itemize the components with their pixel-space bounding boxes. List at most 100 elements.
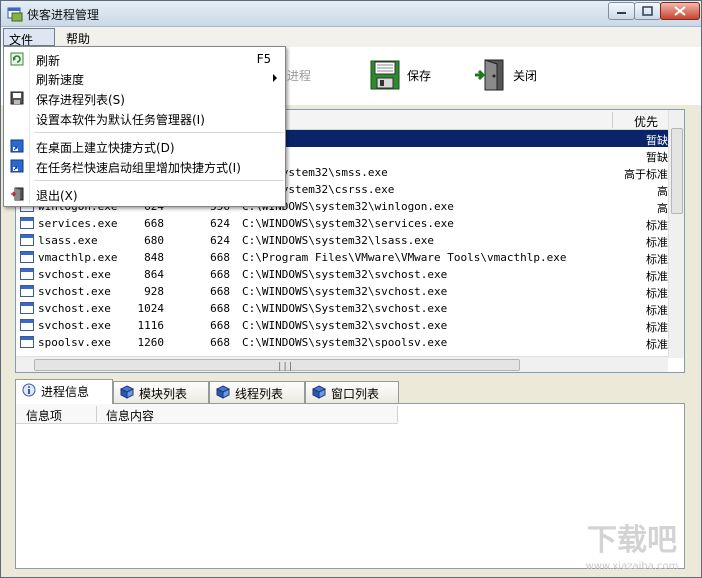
tab-label: 线程列表 (235, 387, 284, 401)
menu-item-set-default[interactable]: 设置本软件为默认任务管理器(I) (4, 108, 285, 128)
process-parent-pid: 624 (210, 217, 230, 230)
floppy-disk-icon (370, 60, 400, 90)
maximize-button[interactable] (634, 2, 661, 20)
process-priority: 高 (657, 185, 668, 198)
table-row[interactable]: lsass.exe 680 624 C:\WINDOWS\system32\lsass… (16, 232, 668, 249)
file-menu-dropdown: 刷新 F5 刷新速度 保存进程列表(S) 设置本软件为默认任务管理器(I) 在桌… (3, 46, 286, 207)
maximize-icon (642, 6, 653, 16)
process-path: C:\WINDOWS\system32\svchost.exe (242, 319, 448, 332)
process-pid: 864 (144, 268, 164, 281)
horizontal-scrollbar[interactable]: ||| (16, 356, 668, 372)
menu-help[interactable]: 帮助(H) (61, 28, 113, 61)
process-priority: 标准 (646, 253, 668, 266)
window-title: 侠客进程管理 (27, 8, 100, 22)
process-parent-pid: 668 (210, 336, 230, 349)
menu-item-exit[interactable]: 退出(X) (4, 184, 285, 204)
refresh-icon (10, 52, 24, 66)
close-window-button[interactable] (660, 2, 700, 20)
column-divider (397, 406, 398, 422)
table-row[interactable]: svchost.exe 864 668 C:\WINDOWS\system32\svc… (16, 266, 668, 283)
vertical-scrollbar[interactable] (668, 110, 684, 358)
tab-process-info[interactable]: 进程信息 (15, 379, 113, 404)
process-pid: 680 (144, 234, 164, 247)
svg-text:下载吧: 下载吧 (587, 523, 677, 558)
process-path: C:\WINDOWS\system32\services.exe (242, 217, 454, 230)
submenu-arrow-icon (273, 74, 277, 82)
process-pid: 848 (144, 251, 164, 264)
column-divider (612, 112, 613, 128)
menu-item-refresh-speed[interactable]: 刷新速度 (4, 68, 285, 88)
process-window-icon (20, 234, 34, 246)
process-parent-pid: 668 (210, 285, 230, 298)
tab-label: 模块列表 (139, 387, 188, 401)
process-window-icon (20, 302, 34, 314)
menu-item-label: 设置本软件为默认任务管理器(I) (36, 113, 205, 127)
detail-tabs: 进程信息 模块列表 线程列表 窗口列表 (15, 379, 685, 404)
process-priority: 标准 (646, 236, 668, 249)
process-priority: 标准 (646, 338, 668, 351)
tab-label: 进程信息 (41, 385, 90, 399)
menu-item-save-list[interactable]: 保存进程列表(S) (4, 88, 285, 108)
menu-separator (34, 180, 284, 181)
process-path: C:\WINDOWS\system32\spoolsv.exe (242, 336, 448, 349)
menu-item-quicklaunch[interactable]: 在任务栏快速启动组里增加快捷方式(I) (4, 156, 285, 176)
module-icon (120, 385, 134, 399)
tab-window-list[interactable]: 窗口列表 (305, 381, 399, 403)
menu-item-label: 在桌面上建立快捷方式(D) (36, 141, 175, 155)
thread-icon (216, 385, 230, 399)
close-button[interactable]: 关闭 (473, 53, 537, 97)
menu-bar: 文件(F) 帮助(H) (1, 27, 701, 62)
process-pid: 1024 (137, 302, 165, 315)
process-window-icon (20, 217, 34, 229)
title-bar[interactable]: 侠客进程管理 (1, 1, 701, 27)
process-path: C:\WINDOWS\system32\lsass.exe (242, 234, 435, 247)
process-window-icon (20, 319, 34, 331)
process-priority: 标准 (646, 304, 668, 317)
info-item-header[interactable]: 信息项 (26, 407, 62, 424)
tab-thread-list[interactable]: 线程列表 (209, 381, 305, 403)
horizontal-scroll-thumb[interactable]: ||| (34, 359, 520, 372)
menu-item-label: 保存进程列表(S) (36, 93, 125, 107)
menu-separator (34, 132, 284, 133)
process-window-icon (20, 336, 34, 348)
info-list-header: 信息项 信息内容 (16, 404, 398, 424)
menu-item-label: 刷新速度 (36, 73, 85, 87)
table-row[interactable]: svchost.exe 1116 668 C:\WINDOWS\system32\sv… (16, 317, 668, 334)
menu-item-label: 退出(X) (36, 189, 78, 203)
menu-item-desktop-shortcut[interactable]: 在桌面上建立快捷方式(D) (4, 136, 285, 156)
exit-door-icon (11, 187, 24, 201)
process-parent-pid: 668 (210, 268, 230, 281)
process-pid: 1260 (137, 336, 165, 349)
grip-icon: ||| (277, 362, 294, 372)
process-window-icon (20, 285, 34, 297)
close-icon (674, 6, 686, 16)
table-row[interactable]: svchost.exe 928 668 C:\WINDOWS\system32\svc… (16, 283, 668, 300)
process-priority: 高 (657, 202, 668, 215)
menu-shortcut: F5 (256, 52, 271, 66)
tab-module-list[interactable]: 模块列表 (113, 381, 209, 403)
minimize-button[interactable] (608, 2, 635, 20)
menu-file[interactable]: 文件(F) (3, 28, 55, 62)
info-content-header[interactable]: 信息内容 (106, 407, 154, 424)
vertical-scroll-thumb[interactable] (671, 128, 683, 214)
process-path: C:\WINDOWS\System32\svchost.exe (242, 302, 448, 315)
process-priority: 暂缺 (646, 134, 668, 147)
window-list-icon (312, 385, 326, 399)
table-row[interactable]: svchost.exe 1024 668 C:\WINDOWS\System32\sv… (16, 300, 668, 317)
process-path: C:\Program Files\VMware\VMware Tools\vma… (242, 251, 567, 264)
process-priority: 暂缺 (646, 151, 668, 164)
process-parent-pid: 668 (210, 251, 230, 264)
column-divider (96, 406, 97, 422)
process-priority: 标准 (646, 321, 668, 334)
table-row[interactable]: vmacthlp.exe 848 668 C:\Program Files\VMwar… (16, 249, 668, 266)
process-pid: 1116 (137, 319, 165, 332)
table-row[interactable]: spoolsv.exe 1260 668 C:\WINDOWS\system32\sp… (16, 334, 668, 351)
process-parent-pid: 668 (210, 302, 230, 315)
menu-item-refresh[interactable]: 刷新 F5 (4, 49, 285, 69)
save-button[interactable]: 保存 (369, 53, 431, 97)
process-name: svchost.exe (38, 302, 111, 315)
svg-text:www.xiazaiba.com: www.xiazaiba.com (586, 561, 679, 572)
process-name: lsass.exe (38, 234, 98, 247)
app-window: 侠客进程管理 文件(F) 帮助(H) 结束进程 保存 (0, 0, 702, 578)
table-row[interactable]: services.exe 668 624 C:\WINDOWS\system32\se… (16, 215, 668, 232)
